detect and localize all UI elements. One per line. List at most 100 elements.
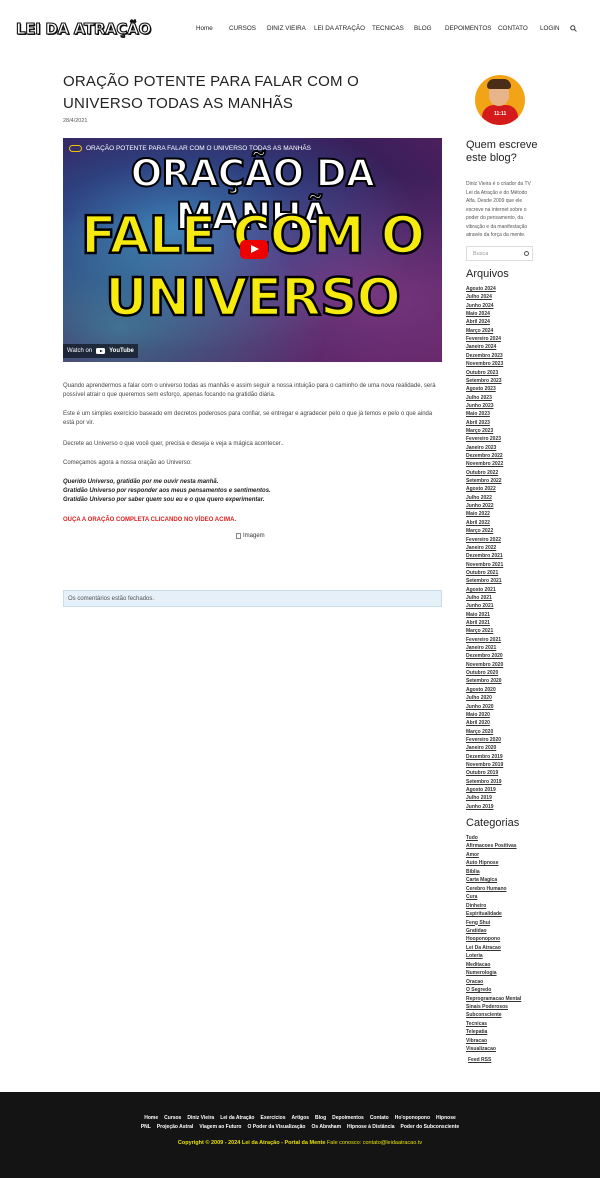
- footer-link[interactable]: Projeção Astral: [157, 1124, 194, 1130]
- archive-link[interactable]: Março 2024: [466, 327, 493, 335]
- sidebar-search-input[interactable]: Busca: [466, 246, 533, 261]
- archive-link[interactable]: Dezembro 2020: [466, 652, 503, 660]
- archive-link[interactable]: Setembro 2022: [466, 477, 502, 485]
- footer-link[interactable]: Cursos: [164, 1115, 181, 1121]
- category-link[interactable]: Cura: [466, 893, 477, 901]
- video-title[interactable]: ORAÇÃO POTENTE PARA FALAR COM O UNIVERSO…: [86, 145, 311, 152]
- video-embed[interactable]: ORAÇÃO POTENTE PARA FALAR COM O UNIVERSO…: [63, 138, 442, 362]
- archive-link[interactable]: Agosto 2024: [466, 285, 496, 293]
- archive-link[interactable]: Junho 2019: [466, 803, 494, 811]
- category-link[interactable]: Hooponopono: [466, 935, 500, 943]
- archive-link[interactable]: Dezembro 2019: [466, 753, 503, 761]
- archive-link[interactable]: Agosto 2022: [466, 485, 496, 493]
- archive-link[interactable]: Abril 2024: [466, 318, 490, 326]
- archive-link[interactable]: Abril 2022: [466, 519, 490, 527]
- category-link[interactable]: Meditacao: [466, 961, 490, 969]
- footer-link[interactable]: Diniz Vieira: [187, 1115, 214, 1121]
- footer-link[interactable]: Hipnose à Distância: [347, 1124, 395, 1130]
- archive-link[interactable]: Dezembro 2022: [466, 452, 503, 460]
- archive-link[interactable]: Julho 2021: [466, 594, 492, 602]
- site-logo[interactable]: LEI DA ATRAÇÃO: [15, 19, 151, 38]
- footer-link[interactable]: Viagem ao Futuro: [199, 1124, 241, 1130]
- archive-link[interactable]: Fevereiro 2023: [466, 435, 501, 443]
- footer-link[interactable]: O Poder da Visualização: [247, 1124, 305, 1130]
- footer-link[interactable]: Poder do Subconsciente: [401, 1124, 460, 1130]
- archive-link[interactable]: Janeiro 2022: [466, 544, 496, 552]
- nav-cursos[interactable]: CURSOS: [229, 25, 256, 32]
- footer-link[interactable]: Exercícios: [261, 1115, 286, 1121]
- nav-tecnicas[interactable]: TECNICAS: [372, 25, 404, 32]
- archive-link[interactable]: Julho 2024: [466, 293, 492, 301]
- category-link[interactable]: Feng Shui: [466, 919, 490, 927]
- category-link[interactable]: Visualizacao: [466, 1045, 496, 1053]
- archive-link[interactable]: Janeiro 2021: [466, 644, 496, 652]
- feed-rss-link[interactable]: Feed RSS: [468, 1057, 491, 1063]
- nav-home[interactable]: Home: [196, 25, 213, 32]
- archive-link[interactable]: Novembro 2022: [466, 460, 503, 468]
- nav-login[interactable]: LOGIN: [540, 25, 560, 32]
- nav-lei-da-atracao[interactable]: LEI DA ATRAÇÃO: [314, 25, 365, 32]
- archive-link[interactable]: Julho 2022: [466, 494, 492, 502]
- archive-link[interactable]: Novembro 2021: [466, 561, 503, 569]
- archive-link[interactable]: Junho 2021: [466, 602, 494, 610]
- archive-link[interactable]: Setembro 2023: [466, 377, 502, 385]
- category-link[interactable]: Espiritualidade: [466, 910, 502, 918]
- footer-link[interactable]: Hipnose: [436, 1115, 456, 1121]
- category-link[interactable]: Afirmacoes Positivas: [466, 842, 517, 850]
- archive-link[interactable]: Fevereiro 2021: [466, 636, 501, 644]
- archive-link[interactable]: Fevereiro 2024: [466, 335, 501, 343]
- archive-link[interactable]: Março 2022: [466, 527, 493, 535]
- archive-link[interactable]: Novembro 2020: [466, 661, 503, 669]
- archive-link[interactable]: Junho 2024: [466, 302, 494, 310]
- archive-link[interactable]: Junho 2022: [466, 502, 494, 510]
- category-link[interactable]: Reprogramacao Mental: [466, 995, 521, 1003]
- nav-contato[interactable]: CONTATO: [498, 25, 528, 32]
- category-link[interactable]: Tecnicas: [466, 1020, 487, 1028]
- archive-link[interactable]: Agosto 2019: [466, 786, 496, 794]
- footer-link[interactable]: Home: [144, 1115, 158, 1121]
- archive-link[interactable]: Maio 2021: [466, 611, 490, 619]
- category-link[interactable]: Subconsciente: [466, 1011, 502, 1019]
- category-link[interactable]: Amor: [466, 851, 479, 859]
- archive-link[interactable]: Julho 2020: [466, 694, 492, 702]
- archive-link[interactable]: Novembro 2019: [466, 761, 503, 769]
- archive-link[interactable]: Junho 2020: [466, 703, 494, 711]
- footer-link[interactable]: Lei da Atração: [220, 1115, 254, 1121]
- footer-link[interactable]: Os Abraham: [311, 1124, 341, 1130]
- category-link[interactable]: Auto Hipnose: [466, 859, 499, 867]
- category-link[interactable]: Vibracao: [466, 1037, 487, 1045]
- archive-link[interactable]: Agosto 2021: [466, 586, 496, 594]
- archive-link[interactable]: Julho 2023: [466, 394, 492, 402]
- search-icon[interactable]: [524, 251, 529, 256]
- category-link[interactable]: Gratidao: [466, 927, 487, 935]
- category-link[interactable]: Carta Magica: [466, 876, 497, 884]
- footer-link[interactable]: Depoimentos: [332, 1115, 364, 1121]
- archive-link[interactable]: Março 2021: [466, 627, 493, 635]
- footer-link[interactable]: Artigos: [292, 1115, 310, 1121]
- nav-depoimentos[interactable]: DEPOIMENTOS: [445, 25, 491, 32]
- category-link[interactable]: Tudo: [466, 834, 478, 842]
- archive-link[interactable]: Abril 2020: [466, 719, 490, 727]
- category-link[interactable]: Cerebro Humano: [466, 885, 507, 893]
- archive-link[interactable]: Março 2023: [466, 427, 493, 435]
- category-link[interactable]: Dinheiro: [466, 902, 486, 910]
- archive-link[interactable]: Setembro 2021: [466, 577, 502, 585]
- search-icon[interactable]: [570, 25, 577, 32]
- archive-link[interactable]: Janeiro 2020: [466, 744, 496, 752]
- archive-link[interactable]: Setembro 2019: [466, 778, 502, 786]
- archive-link[interactable]: Agosto 2020: [466, 686, 496, 694]
- archive-link[interactable]: Novembro 2023: [466, 360, 503, 368]
- category-link[interactable]: Lei Da Atracao: [466, 944, 501, 952]
- category-link[interactable]: Oracao: [466, 978, 483, 986]
- archive-link[interactable]: Setembro 2020: [466, 677, 502, 685]
- nav-diniz-vieira[interactable]: DINIZ VIEIRA: [267, 25, 306, 32]
- footer-link[interactable]: PNL: [141, 1124, 151, 1130]
- archive-link[interactable]: Outubro 2019: [466, 769, 498, 777]
- category-link[interactable]: Telepatia: [466, 1028, 487, 1036]
- archive-link[interactable]: Outubro 2023: [466, 369, 498, 377]
- archive-link[interactable]: Fevereiro 2020: [466, 736, 501, 744]
- category-link[interactable]: Sinais Poderosos: [466, 1003, 508, 1011]
- archive-link[interactable]: Março 2020: [466, 728, 493, 736]
- archive-link[interactable]: Dezembro 2021: [466, 552, 503, 560]
- archive-link[interactable]: Junho 2023: [466, 402, 494, 410]
